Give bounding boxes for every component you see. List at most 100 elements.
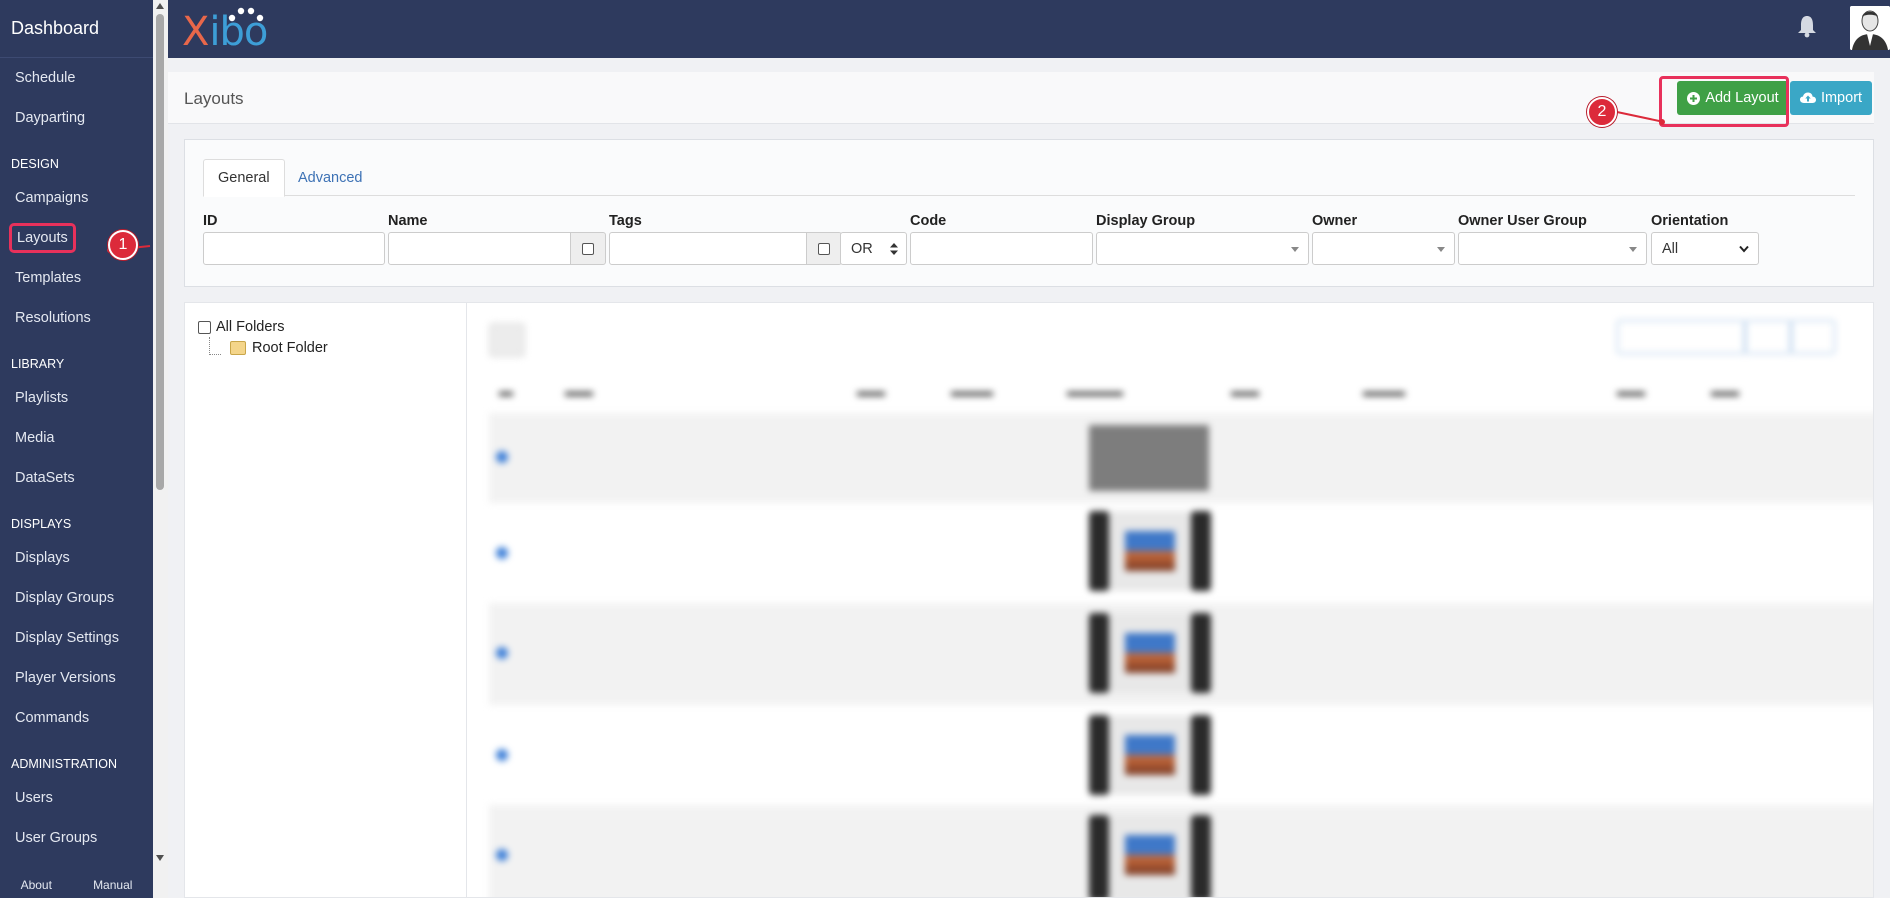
- sort-arrows-icon: [890, 243, 898, 255]
- xibo-logo[interactable]: Xibo: [182, 7, 268, 52]
- sidebar-item-user-groups[interactable]: User Groups: [0, 818, 153, 858]
- blurred-print-button: [1745, 320, 1791, 354]
- id-input[interactable]: [203, 232, 385, 265]
- sidebar-item-display-settings[interactable]: Display Settings: [0, 618, 153, 658]
- blurred-header: ▬▬: [857, 383, 885, 399]
- root-folder-item[interactable]: Root Folder: [230, 340, 328, 356]
- blurred-row: [489, 603, 1873, 705]
- tags-operator-value: OR: [851, 240, 873, 257]
- blurred-row: [489, 705, 1873, 805]
- user-avatar[interactable]: [1850, 6, 1890, 50]
- blurred-thumb-image: [1125, 633, 1175, 673]
- blurred-thumbnail: [1089, 815, 1211, 897]
- blurred-header: ▬▬: [1231, 383, 1259, 399]
- sidebar-item-label: Displays: [15, 550, 70, 566]
- filter-tabs: General Advanced: [203, 159, 1855, 197]
- orientation-select[interactable]: All: [1651, 232, 1759, 265]
- tags-operator-select[interactable]: OR: [840, 232, 907, 265]
- sidebar-item-label: ADMINISTRATION: [11, 757, 118, 771]
- blurred-header: ▬▬: [1617, 383, 1645, 399]
- tab-general[interactable]: General: [203, 159, 285, 197]
- sidebar-item-label: Media: [15, 430, 55, 446]
- sidebar-section-displays: DISPLAYS: [0, 498, 153, 538]
- blurred-row: [489, 413, 1873, 503]
- all-folders-label: All Folders: [216, 319, 285, 335]
- callout-2: 2: [1587, 97, 1617, 127]
- folder-tree: All Folders Root Folder: [184, 302, 466, 898]
- blurred-thumb-image: [1125, 835, 1175, 875]
- owner-user-group-select[interactable]: [1458, 232, 1647, 265]
- display-group-select[interactable]: [1096, 232, 1309, 265]
- sidebar-item-display-groups[interactable]: Display Groups: [0, 578, 153, 618]
- sidebar-item-schedule[interactable]: Schedule: [0, 58, 153, 98]
- sidebar-item-label: Commands: [15, 710, 90, 726]
- scrollbar-thumb[interactable]: [156, 14, 164, 490]
- blurred-status-dot: [496, 849, 508, 861]
- about-link[interactable]: About: [21, 878, 52, 892]
- sidebar-item-label: LIBRARY: [11, 357, 65, 371]
- tags-input[interactable]: [609, 232, 807, 265]
- sidebar-brand[interactable]: Dashboard: [0, 0, 153, 58]
- blurred-thumb-bar: [1191, 613, 1211, 693]
- scroll-down-icon[interactable]: [156, 855, 164, 861]
- sidebar-item-displays[interactable]: Displays: [0, 538, 153, 578]
- sidebar-item-media[interactable]: Media: [0, 418, 153, 458]
- sidebar-item-users[interactable]: Users: [0, 778, 153, 818]
- tab-advanced[interactable]: Advanced: [284, 159, 377, 196]
- import-label: Import: [1820, 90, 1863, 106]
- sidebar-section-design: DESIGN: [0, 138, 153, 178]
- blurred-thumb-image: [1125, 735, 1175, 775]
- import-button[interactable]: Import: [1790, 81, 1872, 115]
- sidebar-item-label: Player Versions: [15, 670, 116, 686]
- root-folder-label: Root Folder: [252, 340, 328, 356]
- sidebar-item-player-versions[interactable]: Player Versions: [0, 658, 153, 698]
- sidebar-item-label: DISPLAYS: [11, 517, 72, 531]
- bell-icon[interactable]: [1796, 14, 1818, 38]
- blurred-thumb-bar: [1191, 715, 1211, 795]
- sidebar-item-label: DESIGN: [11, 157, 59, 171]
- owner-label: Owner: [1312, 213, 1358, 229]
- blurred-thumb-bar: [1089, 815, 1109, 897]
- sidebar-item-playlists[interactable]: Playlists: [0, 378, 153, 418]
- checkbox-icon[interactable]: [198, 320, 211, 334]
- sidebar-section-library: LIBRARY: [0, 338, 153, 378]
- sidebar-item-datasets[interactable]: DataSets: [0, 458, 153, 498]
- blurred-thumbnail: [1089, 715, 1211, 795]
- blurred-thumb-image: [1125, 531, 1175, 571]
- name-regex-checkbox[interactable]: [570, 232, 606, 265]
- name-input[interactable]: [388, 232, 571, 265]
- orientation-label: Orientation: [1651, 213, 1729, 229]
- sidebar-item-label: Playlists: [15, 390, 69, 406]
- scroll-up-icon[interactable]: [156, 3, 164, 9]
- blurred-header: ▬▬: [565, 383, 593, 399]
- sidebar-item-templates[interactable]: Templates: [0, 258, 153, 298]
- blurred-thumb-bar: [1191, 815, 1211, 897]
- sidebar-item-label: Templates: [15, 270, 82, 286]
- blurred-row: [489, 503, 1873, 603]
- sidebar-item-dayparting[interactable]: Dayparting: [0, 98, 153, 138]
- blurred-status-dot: [496, 749, 508, 761]
- top-bar: Xibo: [168, 0, 1890, 58]
- tags-exact-checkbox[interactable]: [806, 232, 842, 265]
- sidebar-item-resolutions[interactable]: Resolutions: [0, 298, 153, 338]
- blurred-header: ▬: [499, 383, 513, 399]
- all-folders-item[interactable]: All Folders: [198, 319, 285, 335]
- blurred-thumb-bar: [1089, 613, 1109, 693]
- blurred-csv-button: [1791, 320, 1835, 354]
- owner-select[interactable]: [1312, 232, 1455, 265]
- sidebar-scrollbar[interactable]: [153, 0, 168, 898]
- blurred-thumb-bar: [1191, 511, 1211, 591]
- code-input[interactable]: [910, 232, 1093, 265]
- sidebar-item-commands[interactable]: Commands: [0, 698, 153, 738]
- orientation-value: All: [1662, 240, 1679, 257]
- manual-link[interactable]: Manual: [93, 878, 132, 892]
- checkbox-icon: [818, 242, 830, 255]
- display-group-label: Display Group: [1096, 213, 1196, 229]
- chevron-down-icon: [1437, 247, 1445, 252]
- sidebar-item-campaigns[interactable]: Campaigns: [0, 178, 153, 218]
- sidebar-item-label: Schedule: [15, 70, 76, 86]
- id-label: ID: [203, 213, 218, 229]
- avatar-icon: [1850, 6, 1890, 50]
- filter-panel: General Advanced ID Name Tags OR Code Di…: [184, 139, 1874, 287]
- layouts-table-blurred: ▬ ▬▬ ▬▬ ▬▬▬ ▬▬▬▬ ▬▬ ▬▬▬ ▬▬ ▬▬: [466, 302, 1874, 898]
